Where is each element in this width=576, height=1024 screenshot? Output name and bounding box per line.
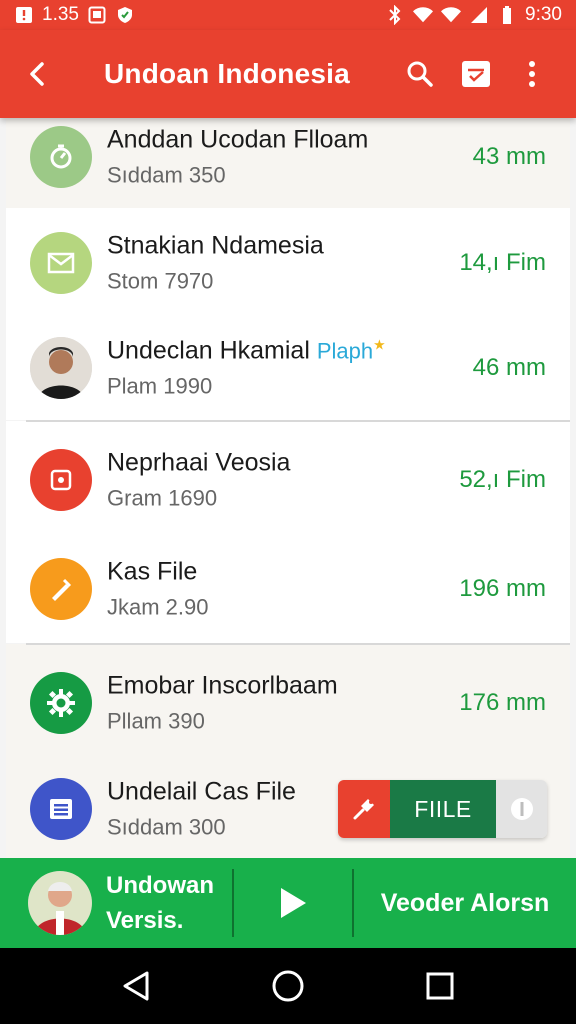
calendar-icon — [87, 5, 107, 25]
nav-back-icon — [123, 971, 149, 1001]
list-item[interactable]: Kas File Jkam 2.90 196 mm — [0, 539, 576, 639]
item-title: Kas File — [107, 557, 198, 586]
more-button[interactable] — [504, 52, 560, 96]
nav-home-icon — [272, 970, 304, 1002]
profile-label: Undowan Versis. — [106, 868, 214, 938]
content-list: Anddan Ucodan Flloam Sıddam 350 43 mm St… — [0, 118, 576, 858]
item-subtitle: Pllam 390 — [107, 708, 205, 734]
file-action-chip[interactable]: FIILE — [338, 780, 547, 838]
file-button[interactable]: FIILE — [390, 780, 496, 838]
list-item[interactable]: Undeclan Hkamial Plaph★ Plam 1990 46 mm — [0, 318, 576, 418]
item-title: Undeclan Hkamial Plaph★ — [107, 337, 386, 366]
list-avatar — [30, 232, 92, 294]
shield-icon — [115, 5, 135, 25]
list-icon — [50, 799, 72, 819]
person-photo — [28, 871, 92, 935]
mail-icon — [47, 252, 75, 274]
system-nav-bar — [0, 948, 576, 1024]
list-item[interactable]: Emobar Inscorlbaam Pllam 390 176 mm — [0, 653, 576, 753]
divider — [26, 643, 570, 645]
list-avatar — [30, 449, 92, 511]
item-subtitle: Sıddam 350 — [107, 162, 226, 188]
back-button[interactable] — [16, 52, 60, 96]
item-value: 196 mm — [459, 575, 546, 602]
notification-icon — [14, 5, 34, 25]
item-subtitle: Stom 7970 — [107, 268, 214, 294]
item-subtitle: Plam 1990 — [107, 373, 213, 399]
bottom-action-bar: Undowan Versis. Veoder Alorsn — [0, 858, 576, 948]
item-value: 43 mm — [472, 143, 546, 170]
status-bar: 1.35 9:30 — [0, 0, 576, 30]
list-avatar — [30, 126, 92, 188]
list-avatar — [30, 672, 92, 734]
item-title: Anddan Ucodan Flloam — [107, 125, 369, 154]
info-button[interactable] — [496, 780, 547, 838]
edit-icon — [52, 578, 72, 601]
status-time-right: 9:30 — [525, 4, 562, 25]
list-item[interactable]: Neprhaai Veosia Gram 1690 52,ı Fim — [0, 430, 576, 530]
item-subtitle: Jkam 2.90 — [107, 594, 209, 620]
play-button[interactable] — [234, 858, 352, 948]
profile-label-line2: Versis. — [106, 907, 184, 934]
profile-label-line1: Undowan — [106, 872, 214, 899]
play-icon — [281, 888, 306, 918]
signal-icon — [469, 5, 489, 25]
search-button[interactable] — [392, 52, 448, 96]
list-item[interactable]: Anddan Ucodan Flloam Sıddam 350 43 mm — [0, 118, 576, 207]
item-subtitle: Gram 1690 — [107, 485, 218, 511]
timer-icon — [50, 144, 72, 169]
item-value: 176 mm — [459, 689, 546, 716]
page-title: Undoan Indonesia — [104, 58, 350, 89]
profile-avatar — [28, 871, 92, 935]
wifi-icon — [413, 5, 434, 25]
item-value: 46 mm — [472, 354, 546, 381]
back-icon — [30, 62, 44, 86]
item-value: 52,ı Fim — [459, 466, 546, 493]
nav-home-button[interactable] — [258, 956, 318, 1016]
bluetooth-icon — [385, 5, 405, 25]
wifi-icon-2 — [441, 5, 462, 25]
nav-recents-icon — [426, 972, 454, 1000]
settings-icon — [47, 689, 75, 717]
pin-icon — [353, 799, 374, 820]
record-icon — [50, 469, 72, 491]
list-avatar — [30, 558, 92, 620]
app-bar: Undoan Indonesia — [0, 30, 576, 118]
profile-section[interactable]: Undowan Versis. — [0, 858, 232, 948]
check-box-icon — [462, 61, 490, 87]
info-icon — [510, 798, 533, 820]
list-item[interactable]: Stnakian Ndamesia Stom 7970 14,ı Fim — [0, 213, 576, 313]
item-subtitle: Sıddam 300 — [107, 814, 226, 840]
divider — [26, 420, 570, 422]
pin-button[interactable] — [338, 780, 390, 838]
search-icon — [407, 61, 433, 87]
more-vert-icon — [529, 61, 535, 87]
nav-back-button[interactable] — [106, 956, 166, 1016]
nav-recents-button[interactable] — [410, 956, 470, 1016]
battery-icon — [497, 5, 517, 25]
item-title-text: Undeclan Hkamial — [107, 336, 310, 365]
item-value: 14,ı Fim — [459, 249, 546, 276]
person-photo — [30, 337, 92, 399]
item-title: Stnakian Ndamesia — [107, 231, 324, 260]
star-icon: ★ — [373, 336, 386, 353]
check-button[interactable] — [448, 52, 504, 96]
person-avatar — [30, 337, 92, 399]
item-title: Undelail Cas File — [107, 777, 296, 806]
status-time-left: 1.35 — [42, 4, 79, 25]
right-action-button[interactable]: Veoder Alorsn — [354, 858, 576, 948]
list-avatar — [30, 778, 92, 840]
item-title: Emobar Inscorlbaam — [107, 671, 338, 700]
item-tag: Plaph — [316, 338, 374, 364]
item-title: Neprhaai Veosia — [107, 448, 291, 477]
